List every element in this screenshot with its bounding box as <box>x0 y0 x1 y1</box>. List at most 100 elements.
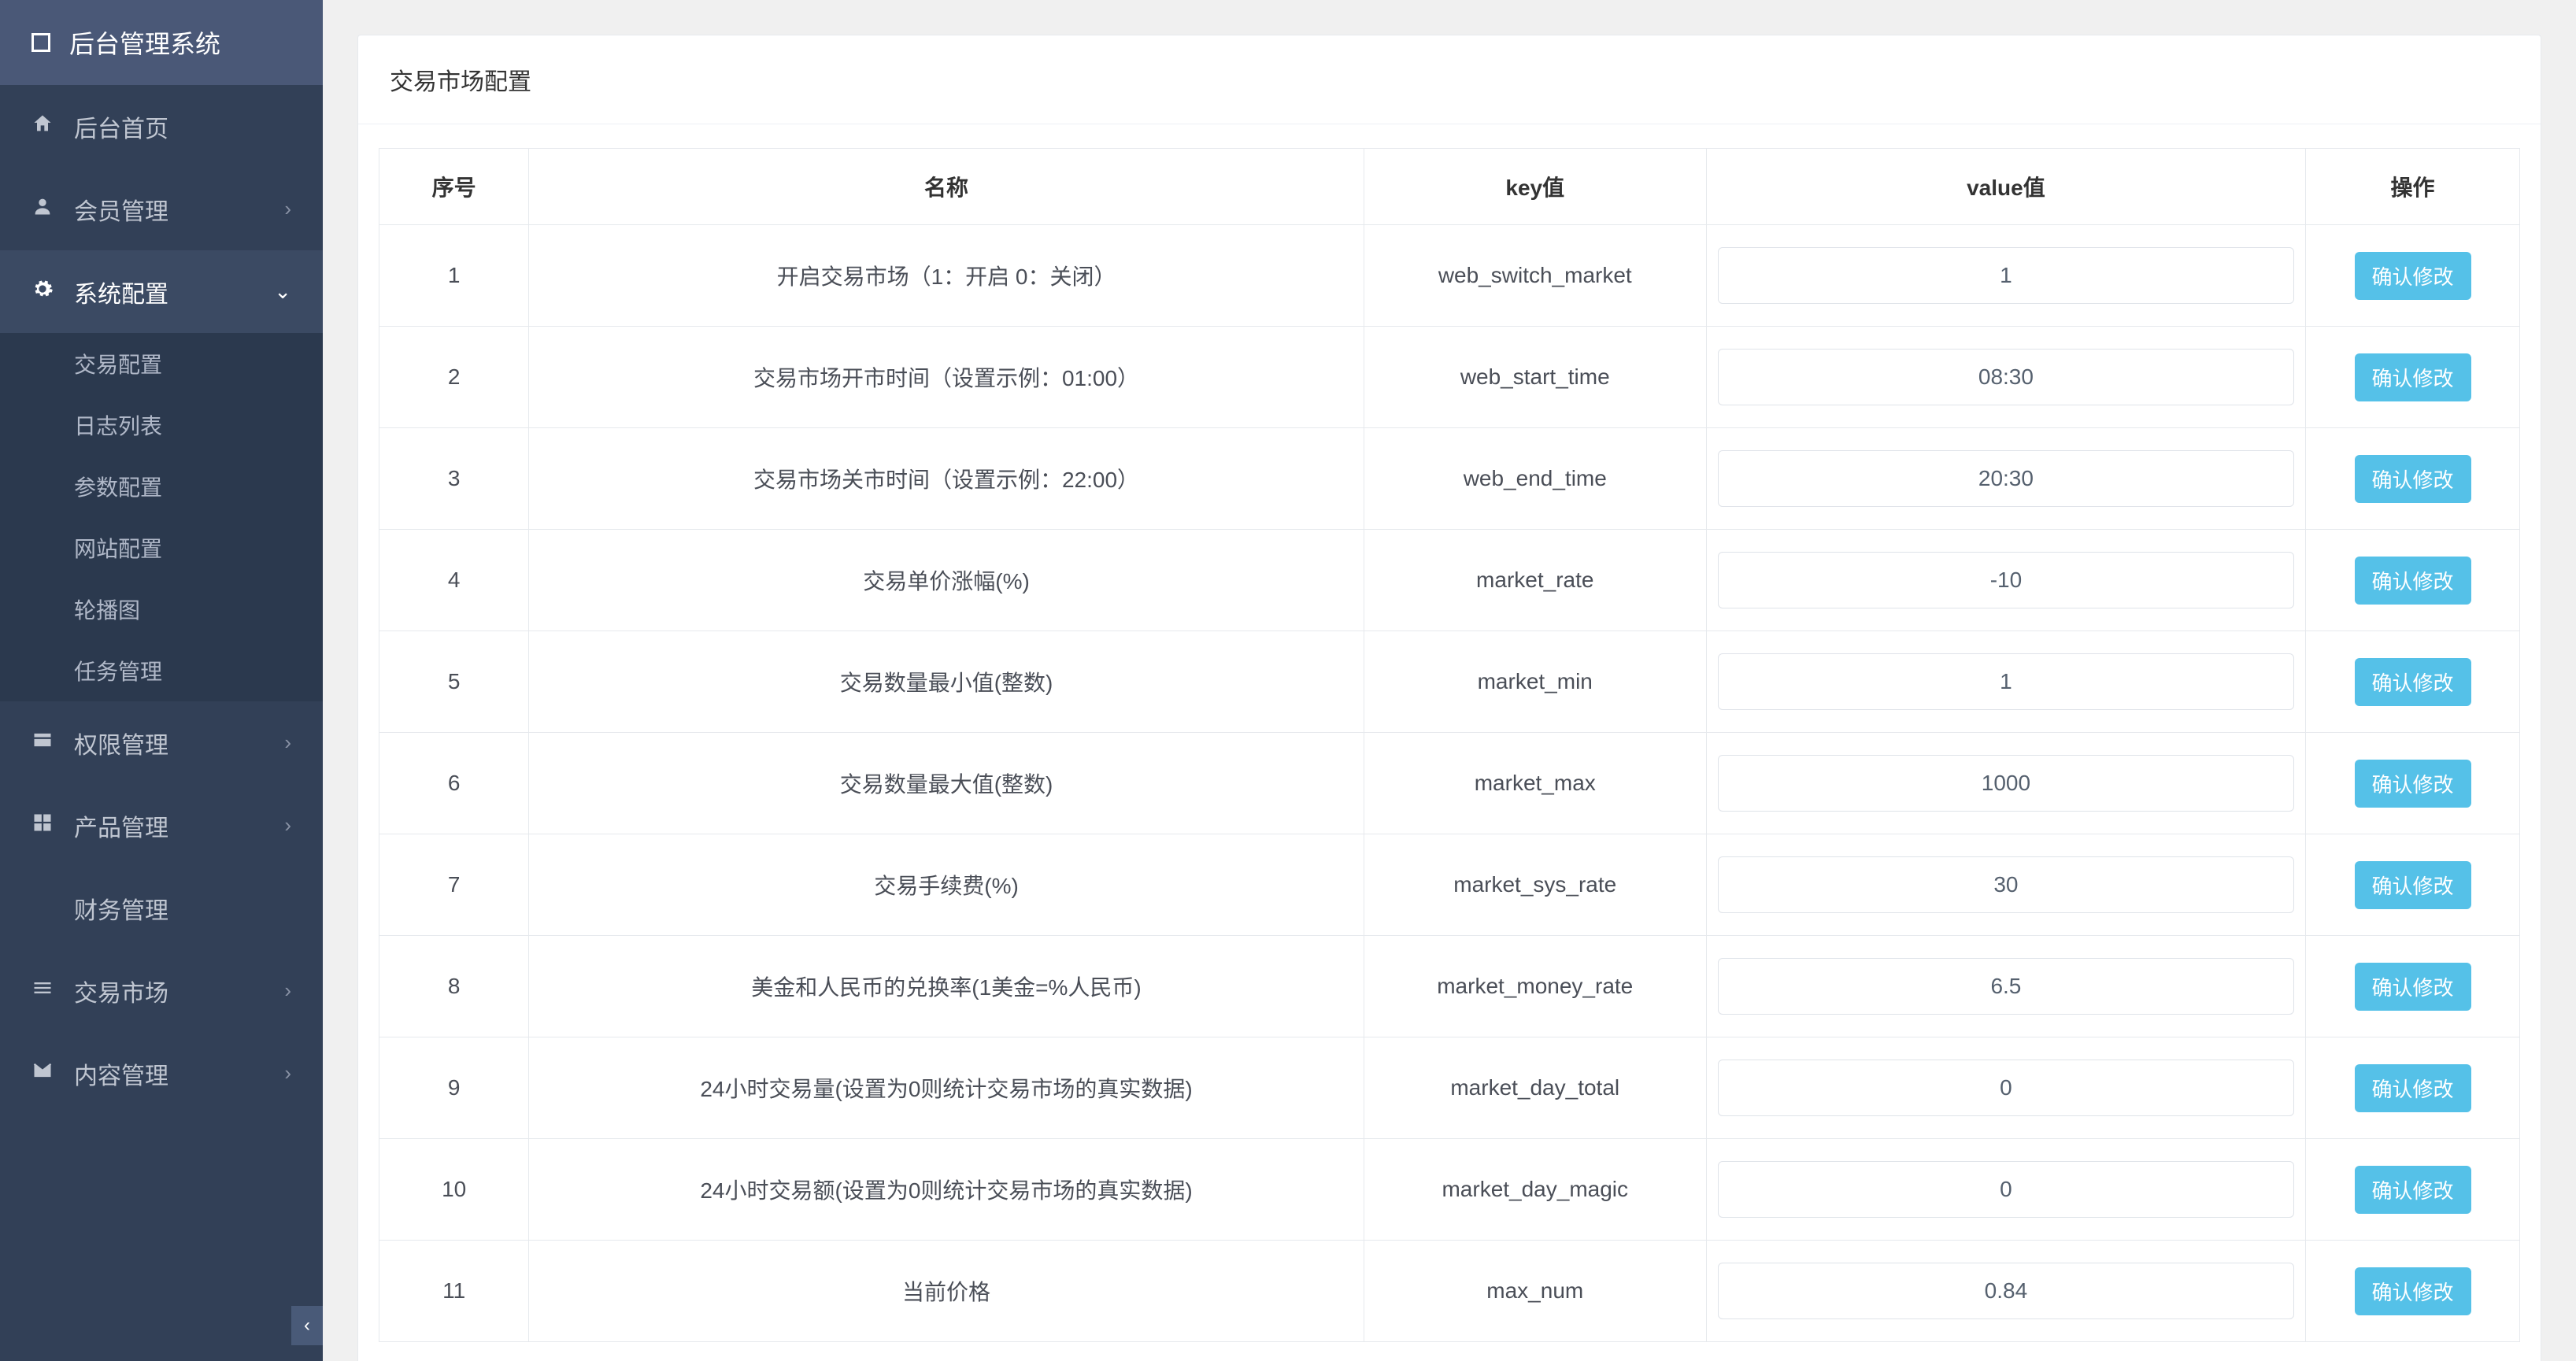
value-input[interactable] <box>1718 755 2294 812</box>
sidebar-item-label: 后台首页 <box>74 109 168 144</box>
sidebar-item-0[interactable]: 后台首页 <box>0 85 323 168</box>
sidebar-item-label: 权限管理 <box>74 726 168 760</box>
sidebar-item-label: 系统配置 <box>74 275 168 309</box>
value-input[interactable] <box>1718 958 2294 1015</box>
value-input[interactable] <box>1718 247 2294 304</box>
cell-action: 确认修改 <box>2306 428 2520 530</box>
card-icon <box>28 729 57 757</box>
th-action: 操作 <box>2306 149 2520 225</box>
th-index: 序号 <box>379 149 529 225</box>
sidebar-subitem-2-5[interactable]: 任务管理 <box>0 640 323 701</box>
sidebar-subitem-2-3[interactable]: 网站配置 <box>0 517 323 579</box>
sidebar-subitem-2-1[interactable]: 日志列表 <box>0 394 323 456</box>
sidebar-item-2[interactable]: 系统配置 ⌄ <box>0 250 323 333</box>
cell-index: 6 <box>379 733 529 834</box>
confirm-button[interactable]: 确认修改 <box>2355 1064 2471 1112</box>
confirm-button[interactable]: 确认修改 <box>2355 1166 2471 1214</box>
confirm-button[interactable]: 确认修改 <box>2355 963 2471 1011</box>
cell-index: 5 <box>379 631 529 733</box>
cell-name: 开启交易市场（1：开启 0：关闭） <box>529 225 1364 327</box>
cell-name: 美金和人民币的兑换率(1美金=%人民币) <box>529 936 1364 1037</box>
cell-value <box>1706 1241 2305 1342</box>
value-input[interactable] <box>1718 450 2294 507</box>
cell-value <box>1706 936 2305 1037</box>
table-row: 3交易市场关市时间（设置示例：22:00）web_end_time 确认修改 <box>379 428 2520 530</box>
confirm-button[interactable]: 确认修改 <box>2355 455 2471 503</box>
sidebar: 后台管理系统 后台首页会员管理›系统配置⌄交易配置日志列表参数配置网站配置轮播图… <box>0 0 323 1361</box>
sidebar-item-label: 内容管理 <box>74 1056 168 1091</box>
table-row: 6交易数量最大值(整数)market_max确认修改 <box>379 733 2520 834</box>
sidebar-nav: 后台首页会员管理›系统配置⌄交易配置日志列表参数配置网站配置轮播图任务管理权限管… <box>0 85 323 1361</box>
value-input[interactable] <box>1718 856 2294 913</box>
cell-action: 确认修改 <box>2306 1241 2520 1342</box>
chevron-right-icon: › <box>284 978 291 1003</box>
cell-index: 3 <box>379 428 529 530</box>
table-row: 1开启交易市场（1：开启 0：关闭）web_switch_market确认修改 <box>379 225 2520 327</box>
cell-index: 11 <box>379 1241 529 1342</box>
sidebar-item-label: 会员管理 <box>74 192 168 227</box>
cell-index: 8 <box>379 936 529 1037</box>
table-row: 1024小时交易额(设置为0则统计交易市场的真实数据)market_day_ma… <box>379 1139 2520 1241</box>
panel-body: 序号 名称 key值 value值 操作 1开启交易市场（1：开启 0：关闭）w… <box>358 124 2541 1361</box>
value-input[interactable] <box>1718 653 2294 710</box>
th-name: 名称 <box>529 149 1364 225</box>
cell-name: 交易市场关市时间（设置示例：22:00） <box>529 428 1364 530</box>
value-input[interactable] <box>1718 1060 2294 1116</box>
sidebar-subitem-2-2[interactable]: 参数配置 <box>0 456 323 517</box>
sidebar-submenu-2: 交易配置日志列表参数配置网站配置轮播图任务管理 <box>0 333 323 701</box>
user-icon <box>28 195 57 224</box>
sidebar-item-7[interactable]: 内容管理 › <box>0 1032 323 1115</box>
confirm-button[interactable]: 确认修改 <box>2355 353 2471 401</box>
sidebar-item-1[interactable]: 会员管理 › <box>0 168 323 250</box>
sidebar-item-6[interactable]: 交易市场› <box>0 949 323 1032</box>
sidebar-subitem-2-4[interactable]: 轮播图 <box>0 579 323 640</box>
table-row: 924小时交易量(设置为0则统计交易市场的真实数据)market_day_tot… <box>379 1037 2520 1139</box>
chevron-right-icon: › <box>284 1061 291 1085</box>
cell-action: 确认修改 <box>2306 936 2520 1037</box>
value-input[interactable] <box>1718 1161 2294 1218</box>
chevron-left-icon: ‹ <box>304 1315 310 1337</box>
sidebar-item-3[interactable]: 权限管理 › <box>0 701 323 784</box>
cell-name: 交易单价涨幅(%) <box>529 530 1364 631</box>
table-row: 8美金和人民币的兑换率(1美金=%人民币)market_money_rate 确认… <box>379 936 2520 1037</box>
confirm-button[interactable]: 确认修改 <box>2355 658 2471 706</box>
cell-key: market_day_magic <box>1364 1139 1706 1241</box>
cell-value <box>1706 733 2305 834</box>
cell-name: 24小时交易量(设置为0则统计交易市场的真实数据) <box>529 1037 1364 1139</box>
table-row: 2交易市场开市时间（设置示例：01:00）web_start_time确认修改 <box>379 327 2520 428</box>
table-row: 4交易单价涨幅(%)market_rate确认修改 <box>379 530 2520 631</box>
value-input[interactable] <box>1718 1263 2294 1319</box>
sidebar-item-5[interactable]: 财务管理 <box>0 867 323 949</box>
cell-action: 确认修改 <box>2306 530 2520 631</box>
cell-value <box>1706 428 2305 530</box>
cell-index: 1 <box>379 225 529 327</box>
chevron-right-icon: › <box>284 730 291 755</box>
sidebar-collapse-button[interactable]: ‹ <box>291 1306 323 1345</box>
cell-action: 确认修改 <box>2306 834 2520 936</box>
chevron-down-icon: ⌄ <box>274 279 291 304</box>
cell-action: 确认修改 <box>2306 1139 2520 1241</box>
confirm-button[interactable]: 确认修改 <box>2355 252 2471 300</box>
cell-key: market_money_rate <box>1364 936 1706 1037</box>
confirm-button[interactable]: 确认修改 <box>2355 861 2471 909</box>
value-input[interactable] <box>1718 349 2294 405</box>
cell-action: 确认修改 <box>2306 631 2520 733</box>
gear-icon <box>28 278 57 306</box>
confirm-button[interactable]: 确认修改 <box>2355 557 2471 605</box>
value-input[interactable] <box>1718 552 2294 608</box>
chevron-right-icon: › <box>284 197 291 221</box>
cell-key: market_sys_rate <box>1364 834 1706 936</box>
cell-key: market_min <box>1364 631 1706 733</box>
confirm-button[interactable]: 确认修改 <box>2355 760 2471 808</box>
th-key: key值 <box>1364 149 1706 225</box>
panel-title: 交易市场配置 <box>358 35 2541 124</box>
main-content: 交易市场配置 序号 名称 key值 value值 操作 1开启交易市场（1：开启… <box>323 0 2576 1361</box>
cell-value <box>1706 631 2305 733</box>
cell-value <box>1706 530 2305 631</box>
cell-value <box>1706 225 2305 327</box>
confirm-button[interactable]: 确认修改 <box>2355 1267 2471 1315</box>
cell-key: web_end_time <box>1364 428 1706 530</box>
sidebar-subitem-2-0[interactable]: 交易配置 <box>0 333 323 394</box>
sidebar-item-4[interactable]: 产品管理› <box>0 784 323 867</box>
cell-value <box>1706 834 2305 936</box>
